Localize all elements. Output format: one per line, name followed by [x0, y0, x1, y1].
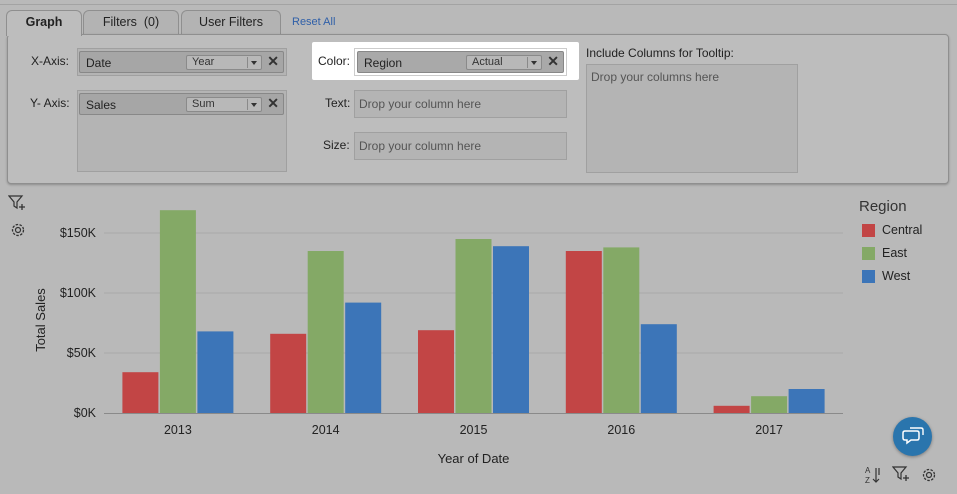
legend-label: West — [882, 269, 911, 283]
select-separator — [247, 57, 248, 68]
tab-filters[interactable]: Filters (0) — [83, 10, 179, 34]
x-tick-labels: 2013 2014 2015 2016 2017 — [164, 423, 783, 437]
reset-all-link[interactable]: Reset All — [292, 16, 335, 28]
bar-east-2017 — [751, 396, 788, 413]
y-axis-title: Total Sales — [33, 288, 48, 352]
tab-graph[interactable]: Graph — [6, 10, 82, 36]
bar-east-2014 — [307, 251, 344, 413]
legend-label: East — [882, 246, 908, 260]
x-axis-label: X-Axis: — [31, 54, 70, 68]
remove-x-axis-icon[interactable]: ✕ — [267, 53, 279, 70]
remove-y-axis-icon[interactable]: ✕ — [267, 95, 279, 112]
sort-az-icon[interactable]: A Z — [864, 465, 884, 485]
tab-filters-label: Filters (0) — [102, 15, 160, 29]
legend-swatch — [862, 270, 875, 283]
y-tick-labels: $0K $50K $100K $150K — [60, 226, 97, 420]
top-divider — [0, 4, 957, 5]
bar-west-2016 — [640, 324, 677, 413]
size-label: Size: — [323, 138, 350, 152]
x-axis-title: Year of Date — [438, 451, 510, 466]
tab-user-filters[interactable]: User Filters — [181, 10, 281, 34]
bar-west-2014 — [345, 302, 382, 413]
size-dropzone[interactable]: Drop your column here — [354, 132, 567, 160]
legend-swatch — [862, 247, 875, 260]
bar-chart: $0K $50K $100K $150K 2013 2014 2015 2016 2017 Y… — [33, 210, 843, 466]
bar-west-2013 — [197, 331, 234, 413]
chart-bars — [122, 210, 825, 413]
chat-icon — [902, 427, 924, 445]
y-axis-pill[interactable]: Sales Sum ✕ — [79, 93, 284, 115]
chevron-down-icon — [251, 103, 257, 107]
y-axis-field: Sales — [86, 98, 117, 112]
x-axis-pill[interactable]: Date Year ✕ — [79, 51, 284, 73]
y-tick-label: $100K — [60, 286, 97, 300]
color-label: Color: — [318, 54, 351, 68]
x-tick-label: 2017 — [755, 423, 783, 437]
x-tick-label: 2014 — [312, 423, 340, 437]
text-placeholder: Drop your column here — [359, 97, 482, 111]
legend-title: Region — [859, 198, 907, 215]
y-axis-label: Y- Axis: — [30, 96, 70, 110]
x-tick-label: 2016 — [607, 423, 635, 437]
text-dropzone[interactable]: Drop your column here — [354, 90, 567, 118]
y-axis-aggregation-value: Sum — [192, 98, 215, 110]
svg-text:A: A — [865, 466, 871, 475]
x-axis-field: Date — [86, 56, 112, 70]
bar-west-2015 — [493, 246, 529, 413]
tooltip-columns-label: Include Columns for Tooltip: — [586, 46, 734, 60]
x-axis-aggregation-value: Year — [192, 56, 215, 68]
bar-west-2017 — [788, 389, 825, 413]
remove-color-icon[interactable]: ✕ — [547, 53, 559, 70]
tooltip-dropzone[interactable]: Drop your columns here — [586, 64, 798, 173]
bar-east-2015 — [455, 239, 492, 413]
y-tick-label: $150K — [60, 226, 97, 240]
chevron-down-icon — [251, 61, 257, 65]
tab-graph-label: Graph — [25, 15, 63, 29]
tab-user-filters-label: User Filters — [199, 15, 263, 29]
bar-east-2016 — [603, 247, 640, 413]
bar-east-2013 — [159, 210, 196, 413]
filter-add-icon[interactable] — [892, 465, 912, 483]
select-separator — [527, 57, 528, 68]
bar-central-2016 — [565, 251, 602, 413]
x-tick-label: 2015 — [460, 423, 488, 437]
chevron-down-icon — [531, 61, 537, 65]
bar-central-2015 — [418, 330, 454, 413]
legend-label: Central — [882, 223, 923, 237]
tooltip-placeholder: Drop your columns here — [591, 70, 720, 84]
y-tick-label: $50K — [67, 346, 97, 360]
color-aggregation-select[interactable]: Actual — [466, 55, 542, 70]
x-axis-aggregation-select[interactable]: Year — [186, 55, 262, 70]
x-tick-label: 2013 — [164, 423, 192, 437]
bar-central-2014 — [270, 333, 307, 413]
color-pill[interactable]: Region Actual ✕ — [357, 51, 564, 73]
svg-text:Z: Z — [865, 476, 870, 485]
y-tick-label: $0K — [74, 406, 97, 420]
text-label: Text: — [325, 96, 351, 110]
gear-icon[interactable] — [920, 466, 938, 484]
y-axis-aggregation-select[interactable]: Sum — [186, 97, 262, 112]
color-aggregation-value: Actual — [472, 56, 503, 68]
size-placeholder: Drop your column here — [359, 139, 482, 153]
chat-button[interactable] — [893, 417, 932, 456]
bar-central-2017 — [713, 405, 750, 413]
color-field: Region — [364, 56, 403, 70]
bar-central-2013 — [122, 372, 159, 413]
legend-swatch — [862, 224, 875, 237]
select-separator — [247, 99, 248, 110]
